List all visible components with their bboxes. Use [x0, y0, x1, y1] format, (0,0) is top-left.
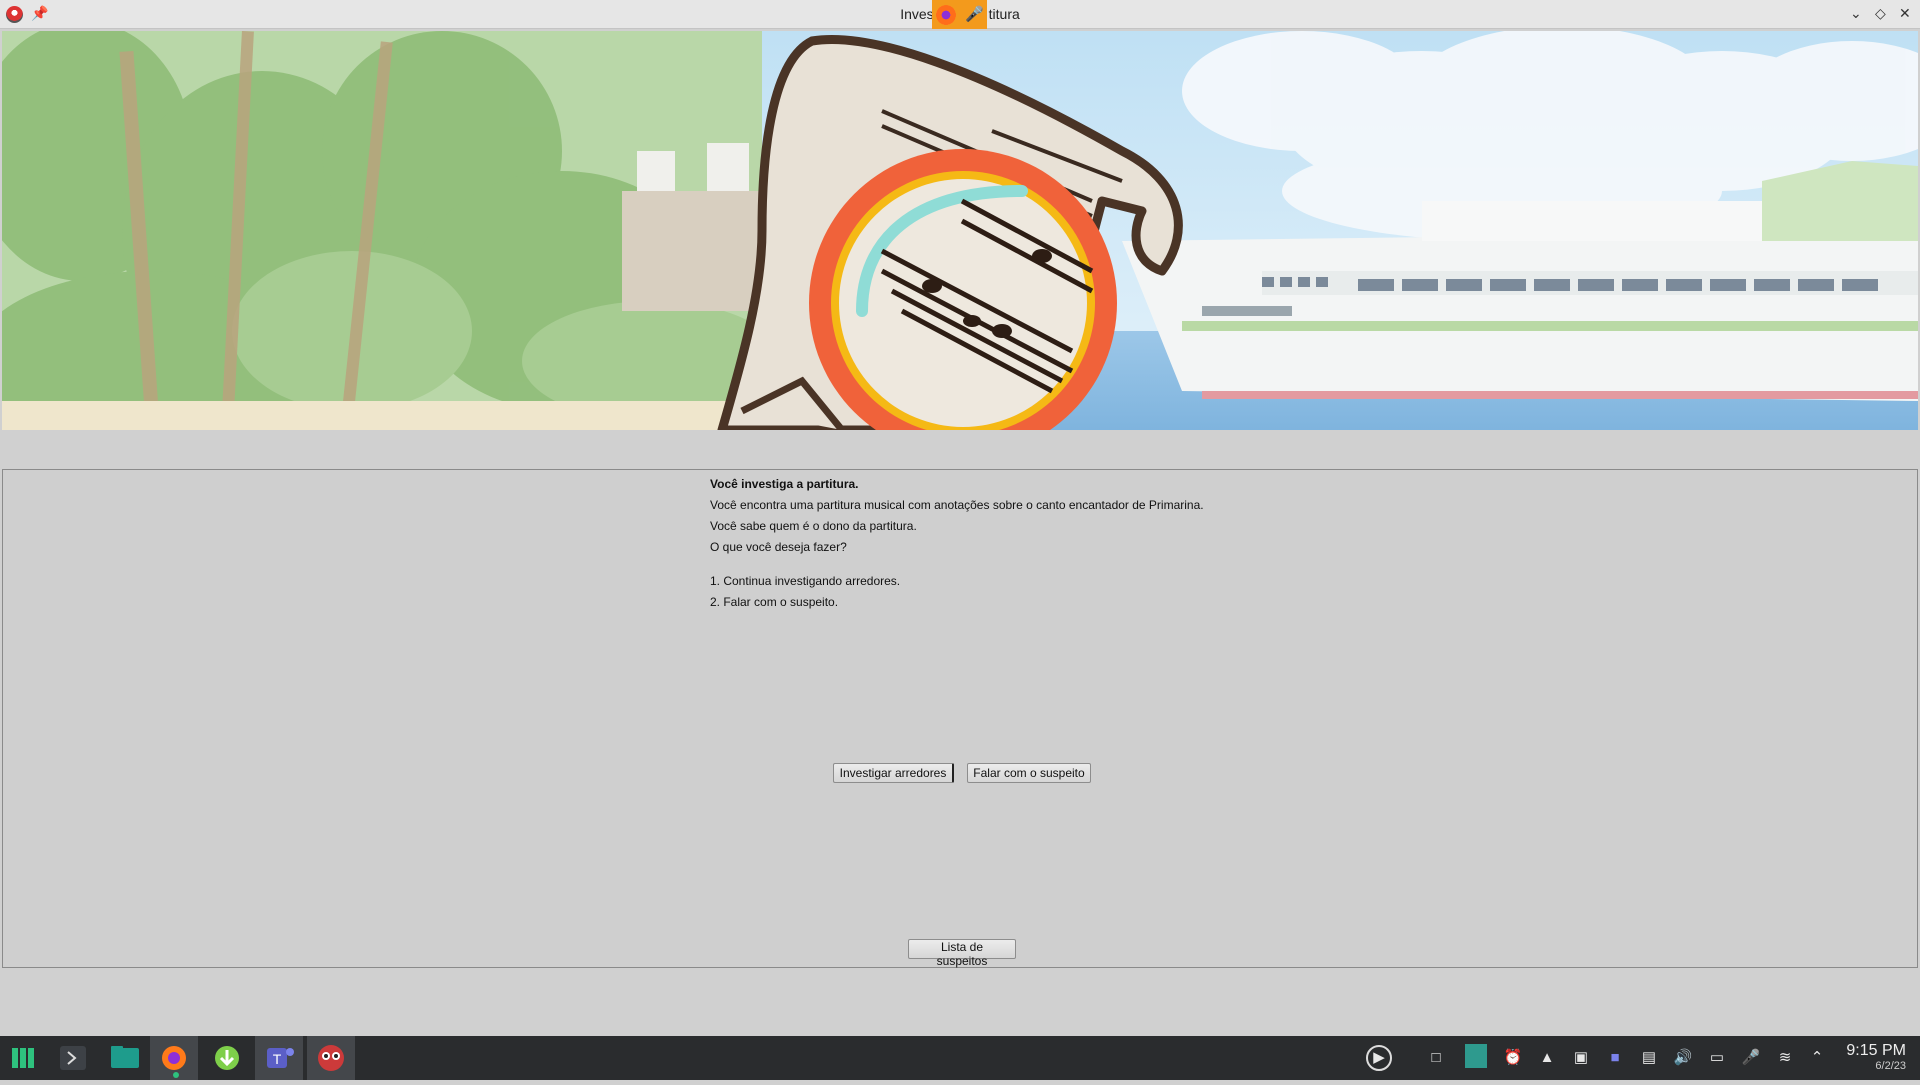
notifications-icon[interactable]: ⏰: [1503, 1048, 1523, 1068]
svg-text:T: T: [273, 1051, 282, 1067]
workspace-pager-icon[interactable]: [1465, 1044, 1487, 1068]
close-icon[interactable]: ✕: [1899, 5, 1911, 22]
story-line: Você encontra uma partitura musical com …: [710, 498, 1204, 512]
desktop-icon[interactable]: □: [1426, 1048, 1446, 1068]
scene-banner-image: [2, 31, 1918, 430]
story-line: O que você deseja fazer?: [710, 540, 847, 554]
minimize-icon[interactable]: ⌄: [1850, 5, 1862, 22]
clock[interactable]: 9:15 PM 6/2/23: [1846, 1042, 1906, 1072]
story-line: Você sabe quem é o dono da partitura.: [710, 519, 917, 533]
microphone-icon: 🎤: [965, 6, 984, 23]
download-manager-icon[interactable]: [203, 1036, 251, 1080]
teams-tray-icon[interactable]: ■: [1605, 1048, 1625, 1068]
file-manager-icon[interactable]: [100, 1036, 148, 1080]
clock-time: 9:15 PM: [1846, 1042, 1906, 1059]
taskbar: T ▶ □ ⏰ ▲ ▣ ■ ▤ 🔊 ▭ 🎤 ≋ ⌃ 9:15 PM 6/2/23: [0, 1036, 1920, 1080]
window-titlebar: 📌 Inves titura 🎤 ⌄ ◇ ✕: [0, 0, 1920, 29]
option-item: 2. Falar com o suspeito.: [710, 595, 839, 609]
updates-icon[interactable]: ▲: [1537, 1048, 1557, 1068]
microphone-tray-icon[interactable]: 🎤: [1741, 1048, 1761, 1068]
screen-share-indicator[interactable]: 🎤: [932, 0, 987, 29]
clipboard-icon[interactable]: ▤: [1639, 1048, 1659, 1068]
maximize-icon[interactable]: ◇: [1875, 5, 1886, 22]
media-play-icon[interactable]: ▶: [1366, 1045, 1392, 1071]
options-list: 1. Continua investigando arredores. 2. F…: [710, 571, 1204, 613]
firefox-taskbar-icon[interactable]: [150, 1036, 198, 1080]
tray-expand-icon[interactable]: ⌃: [1807, 1048, 1827, 1068]
talk-to-suspect-button[interactable]: Falar com o suspeito: [967, 763, 1091, 783]
app-launcher-icon[interactable]: [0, 1036, 48, 1080]
investigate-surroundings-button[interactable]: Investigar arredores: [833, 763, 954, 783]
teams-icon[interactable]: T: [255, 1036, 303, 1080]
wifi-icon[interactable]: ≋: [1775, 1048, 1795, 1068]
suspects-list-button[interactable]: Lista de suspeitos: [908, 939, 1016, 968]
firefox-icon: [936, 5, 956, 25]
game-app-icon[interactable]: [307, 1036, 355, 1080]
clock-date: 6/2/23: [1875, 1060, 1906, 1072]
story-text: Você investiga a partitura. Você encontr…: [710, 474, 1204, 613]
story-heading: Você investiga a partitura.: [710, 477, 859, 491]
terminal-icon[interactable]: [48, 1036, 96, 1080]
battery-icon[interactable]: ▭: [1707, 1048, 1727, 1068]
volume-icon[interactable]: 🔊: [1673, 1048, 1693, 1068]
option-item: 1. Continua investigando arredores.: [710, 574, 901, 588]
display-icon[interactable]: ▣: [1571, 1048, 1591, 1068]
